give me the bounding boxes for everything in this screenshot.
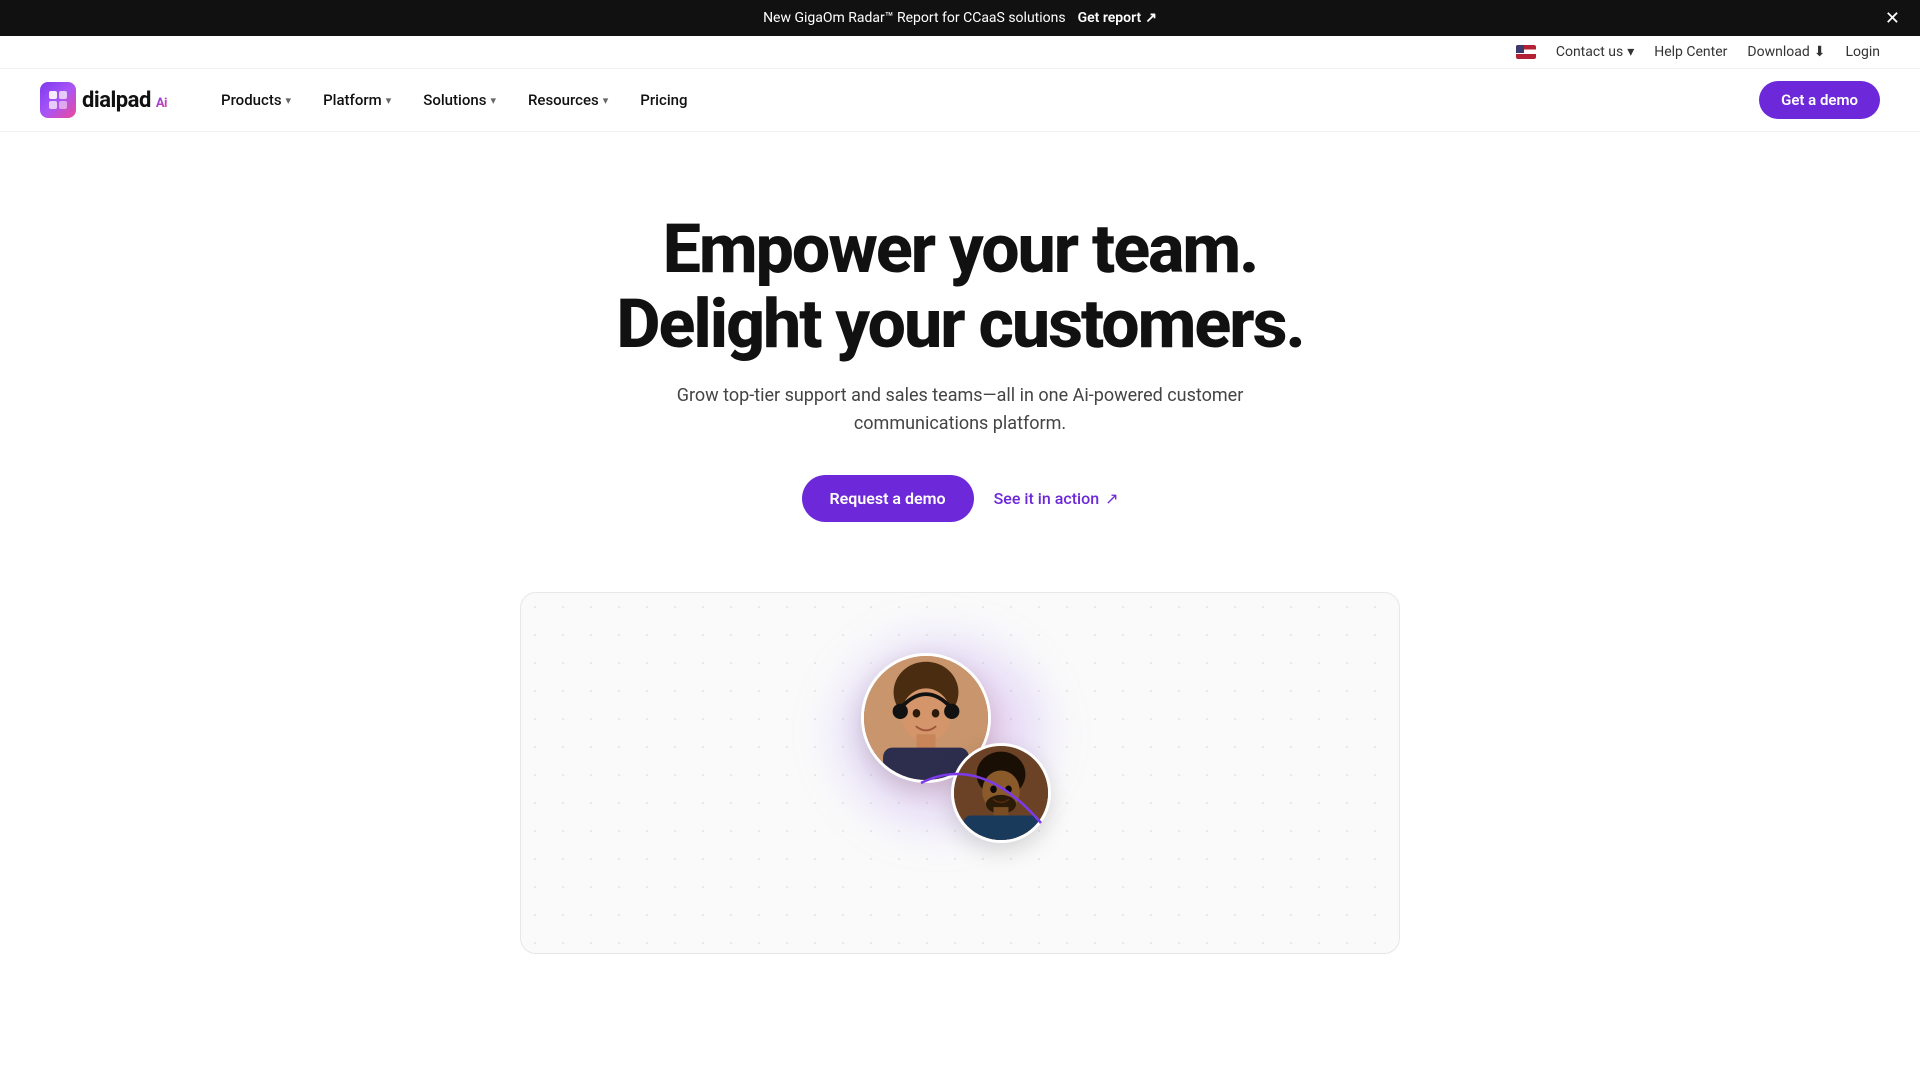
demo-container	[480, 592, 1440, 954]
nav-item-pricing[interactable]: Pricing	[626, 83, 701, 117]
demo-box	[520, 592, 1400, 954]
chevron-down-icon: ▾	[386, 94, 392, 107]
chevron-down-icon: ▾	[490, 94, 496, 107]
logo[interactable]: dialpad Ai	[40, 82, 167, 118]
contact-us-link[interactable]: Contact us ▾	[1556, 44, 1634, 60]
hero-section: Empower your team. Delight your customer…	[510, 132, 1410, 572]
get-demo-button[interactable]: Get a demo	[1759, 81, 1880, 119]
demo-visual	[521, 593, 1399, 953]
hero-headline: Empower your team. Delight your customer…	[550, 212, 1370, 362]
nav-item-resources[interactable]: Resources ▾	[514, 83, 622, 117]
external-link-icon: ↗	[1145, 10, 1157, 26]
chevron-down-icon: ▾	[286, 94, 292, 107]
announcement-cta[interactable]: Get report ↗	[1078, 10, 1157, 26]
logo-mark	[40, 82, 76, 118]
hero-buttons: Request a demo See it in action ↗	[550, 475, 1370, 522]
see-in-action-link[interactable]: See it in action ↗	[994, 489, 1119, 508]
main-navbar: dialpad Ai Products ▾ Platform ▾ Solutio…	[0, 69, 1920, 132]
download-link[interactable]: Download ⬇	[1747, 44, 1825, 60]
hero-subtext: Grow top-tier support and sales teams—al…	[650, 382, 1270, 440]
help-center-link[interactable]: Help Center	[1654, 44, 1727, 60]
nav-item-platform[interactable]: Platform ▾	[309, 83, 405, 117]
nav-item-solutions[interactable]: Solutions ▾	[409, 83, 510, 117]
chevron-down-icon: ▾	[603, 94, 609, 107]
announcement-text: New GigaOm Radar™ Report for CCaaS solut…	[763, 10, 1066, 26]
request-demo-button[interactable]: Request a demo	[802, 475, 974, 522]
connection-curve	[901, 763, 1061, 843]
flag-icon	[1516, 45, 1536, 59]
nav-item-products[interactable]: Products ▾	[207, 83, 305, 117]
close-announcement-button[interactable]: ✕	[1885, 9, 1900, 27]
external-link-icon: ↗	[1105, 489, 1118, 508]
utility-bar: Contact us ▾ Help Center Download ⬇ Logi…	[0, 36, 1920, 69]
logo-wordmark: dialpad Ai	[82, 88, 167, 113]
announcement-bar: New GigaOm Radar™ Report for CCaaS solut…	[0, 0, 1920, 36]
download-icon: ⬇	[1814, 44, 1826, 60]
chevron-down-icon: ▾	[1627, 44, 1634, 60]
login-link[interactable]: Login	[1845, 44, 1880, 60]
nav-links: Products ▾ Platform ▾ Solutions ▾ Resour…	[207, 83, 1759, 117]
